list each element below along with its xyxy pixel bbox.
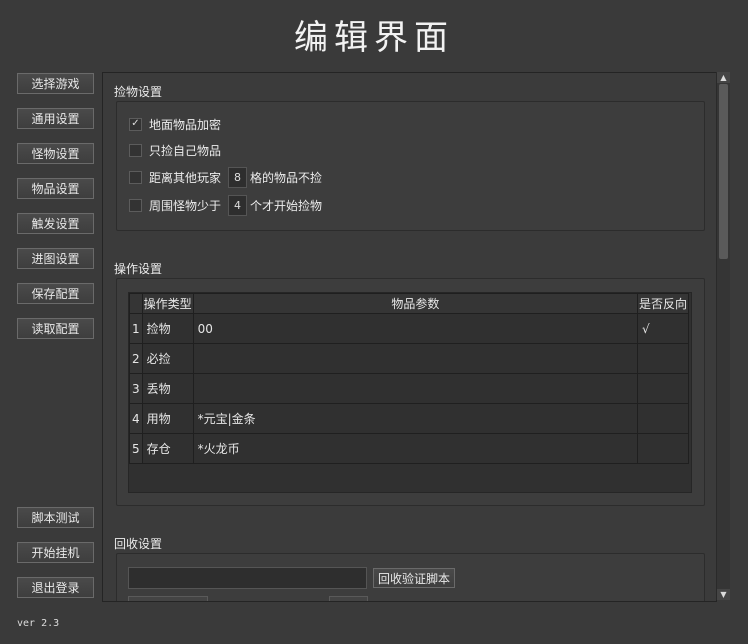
operations-section-title: 操作设置 <box>114 262 163 276</box>
distance-checkbox[interactable] <box>129 170 142 184</box>
monster-count-option[interactable]: 周围怪物少于 4 个才开始捡物 <box>129 194 323 216</box>
trigger-settings-button[interactable]: 触发设置 <box>17 213 94 234</box>
table-row[interactable]: 1 捡物 00 √ <box>129 313 689 344</box>
cell-type[interactable]: 存仓 <box>141 433 194 464</box>
recycle-clipped-button[interactable] <box>329 596 368 601</box>
recycle-verify-button[interactable]: 回收验证脚本 <box>373 568 456 588</box>
cell-reverse[interactable]: √ <box>637 313 689 344</box>
own-only-checkbox[interactable] <box>129 143 142 157</box>
row-number: 3 <box>129 373 143 404</box>
monster-count-spinbox[interactable]: 4 <box>228 194 248 216</box>
col-header-param[interactable]: 物品参数 <box>192 293 639 314</box>
map-settings-button[interactable]: 进图设置 <box>17 248 94 269</box>
window-title: 编辑界面 <box>294 18 454 58</box>
operations-table: 操作类型 物品参数 是否反向 1 捡物 00 √ 2 必捡 3 丢物 4 用物 … <box>129 293 689 464</box>
own-only-option[interactable]: 只捡自己物品 <box>129 140 221 160</box>
scroll-up-icon[interactable]: ▲ <box>717 72 730 83</box>
monster-count-checkbox[interactable] <box>129 198 142 212</box>
table-row[interactable]: 2 必捡 <box>129 343 689 374</box>
cell-type[interactable]: 必捡 <box>141 343 194 374</box>
cell-type[interactable]: 丢物 <box>141 373 194 404</box>
cell-param[interactable]: 00 <box>192 313 639 344</box>
script-test-button[interactable]: 脚本测试 <box>17 507 94 528</box>
item-settings-button[interactable]: 物品设置 <box>17 178 94 199</box>
cell-reverse[interactable] <box>637 373 689 404</box>
recycle-input[interactable] <box>128 567 367 589</box>
distance-prefix: 距离其他玩家 <box>149 170 222 185</box>
scrollbar-thumb[interactable] <box>719 84 728 259</box>
row-number: 2 <box>129 343 143 374</box>
distance-option[interactable]: 距离其他玩家 8 格的物品不捡 <box>129 166 323 188</box>
col-header-type[interactable]: 操作类型 <box>141 293 194 314</box>
encrypt-option[interactable]: ✓ 地面物品加密 <box>129 114 221 134</box>
monster-settings-button[interactable]: 怪物设置 <box>17 143 94 164</box>
distance-suffix: 格的物品不捡 <box>250 170 323 185</box>
recycle-section-title: 回收设置 <box>114 537 163 551</box>
logout-button[interactable]: 退出登录 <box>17 577 94 598</box>
cell-param[interactable]: *元宝|金条 <box>192 403 639 434</box>
row-number: 4 <box>129 403 143 434</box>
cell-param[interactable] <box>192 343 639 374</box>
save-config-button[interactable]: 保存配置 <box>17 283 94 304</box>
encrypt-checkbox[interactable]: ✓ <box>129 117 142 131</box>
cell-reverse[interactable] <box>637 343 689 374</box>
pickup-section-title: 捡物设置 <box>114 85 163 99</box>
panel-scrollbar[interactable]: ▲ ▼ <box>716 72 730 600</box>
monster-count-suffix: 个才开始捡物 <box>250 198 323 213</box>
table-row[interactable]: 5 存仓 *火龙币 <box>129 433 689 464</box>
version-label: ver 2.3 <box>17 618 60 629</box>
scroll-down-icon[interactable]: ▼ <box>717 589 730 600</box>
cell-param[interactable]: *火龙币 <box>192 433 639 464</box>
recycle-clipped-field[interactable] <box>128 596 208 601</box>
distance-spinbox[interactable]: 8 <box>228 166 248 188</box>
encrypt-label: 地面物品加密 <box>149 117 222 132</box>
cell-param[interactable] <box>192 373 639 404</box>
load-config-button[interactable]: 读取配置 <box>17 318 94 339</box>
start-bot-button[interactable]: 开始挂机 <box>17 542 94 563</box>
row-number: 1 <box>129 313 143 344</box>
general-settings-button[interactable]: 通用设置 <box>17 108 94 129</box>
row-number: 5 <box>129 433 143 464</box>
cell-reverse[interactable] <box>637 433 689 464</box>
select-game-button[interactable]: 选择游戏 <box>17 73 94 94</box>
col-header-reverse[interactable]: 是否反向 <box>637 293 689 314</box>
table-row[interactable]: 3 丢物 <box>129 373 689 404</box>
corner-header <box>129 293 143 314</box>
monster-count-prefix: 周围怪物少于 <box>149 198 222 213</box>
own-only-label: 只捡自己物品 <box>149 143 222 158</box>
cell-type[interactable]: 捡物 <box>141 313 194 344</box>
settings-panel: 捡物设置 ✓ 地面物品加密 只捡自己物品 距离其他玩家 8 格的物品不捡 周围怪… <box>102 72 717 602</box>
cell-type[interactable]: 用物 <box>141 403 194 434</box>
cell-reverse[interactable] <box>637 403 689 434</box>
table-row[interactable]: 4 用物 *元宝|金条 <box>129 403 689 434</box>
operations-table-container: 操作类型 物品参数 是否反向 1 捡物 00 √ 2 必捡 3 丢物 4 用物 … <box>128 292 692 493</box>
